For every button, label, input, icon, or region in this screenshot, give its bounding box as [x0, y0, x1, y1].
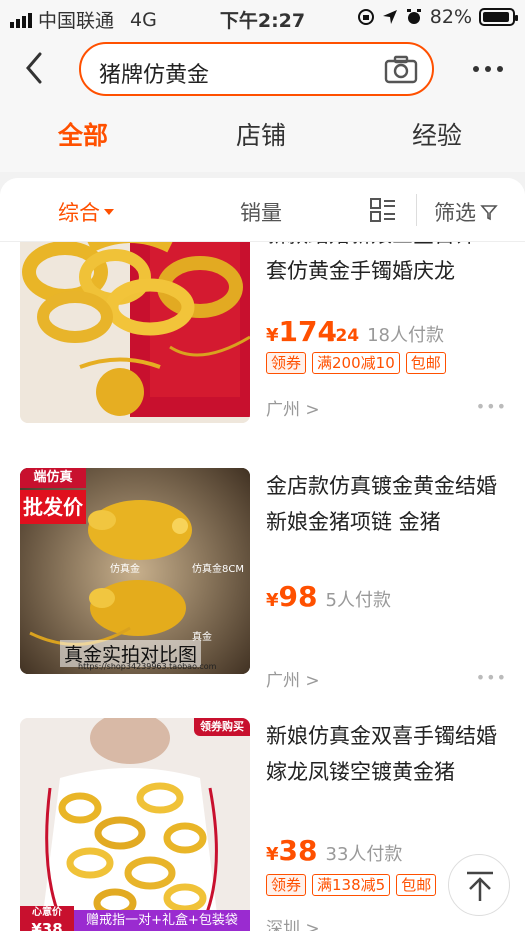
- more-icon[interactable]: [473, 66, 503, 72]
- battery-percent: 82%: [429, 6, 472, 28]
- tab-experience[interactable]: 经验: [412, 116, 462, 152]
- price-line: ¥98 5人付款: [266, 580, 391, 613]
- back-to-top-button[interactable]: [448, 854, 510, 916]
- sort-default-label: 综合: [58, 201, 100, 225]
- search-header: 猪牌仿黄金: [0, 36, 525, 102]
- back-icon[interactable]: [20, 48, 48, 88]
- battery-icon: [479, 8, 518, 26]
- corner-banner: 端仿真: [20, 468, 86, 488]
- funnel-icon: [480, 205, 498, 221]
- discount-tag: 满200减10: [312, 352, 400, 374]
- location[interactable]: 广州 >: [266, 395, 320, 420]
- product-list: 新款结婚新娘三金首饰一套仿黄金手镯婚庆龙 ¥174.24 18人付款 领券 满2…: [0, 242, 525, 931]
- shop-url: https://shop34239963.taobao.com: [78, 662, 217, 671]
- arrow-up-icon: [467, 871, 493, 901]
- promo-strip: 赠戒指一对+礼盒+包装袋: [74, 910, 250, 931]
- rotation-lock-icon: [357, 9, 374, 25]
- currency-symbol: ¥: [266, 590, 279, 611]
- search-box[interactable]: 猪牌仿黄金: [79, 42, 434, 96]
- price-badge-label: 心意价: [20, 906, 74, 920]
- price-line: ¥174.24 18人付款: [266, 315, 444, 348]
- status-bar: 中国联通 4G 下午2:27 82%: [0, 0, 525, 36]
- discount-tag: 满138减5: [312, 874, 391, 896]
- product-image[interactable]: 领券购买 赠戒指一对+礼盒+包装袋 心意价 ¥38: [20, 718, 250, 931]
- sold-count: 18人付款: [367, 325, 445, 346]
- product-image[interactable]: 端仿真 批发价 仿真金 仿真金8CM 真金 真金实拍对比图 https://sh…: [20, 468, 250, 674]
- currency-symbol: ¥: [266, 844, 279, 865]
- product-title[interactable]: 新娘仿真金双喜手镯结婚嫁龙凤镂空镀黄金猪: [266, 718, 511, 790]
- search-query[interactable]: 猪牌仿黄金: [99, 57, 209, 89]
- coupon-tag[interactable]: 领券: [266, 874, 307, 896]
- camera-icon[interactable]: [384, 55, 418, 85]
- alarm-icon: [406, 9, 421, 24]
- result-tabs: 全部 店铺 经验: [0, 102, 525, 172]
- filter-label: 筛选: [434, 201, 476, 225]
- tab-all[interactable]: 全部: [58, 116, 108, 152]
- filter-bar: 综合 销量 筛选: [0, 178, 525, 242]
- free-shipping-tag: 包邮: [405, 352, 446, 374]
- product-image[interactable]: [20, 242, 250, 423]
- promo-tags: 领券 满138减5 包邮: [266, 874, 437, 896]
- location[interactable]: 广州 >: [266, 666, 320, 691]
- product-card[interactable]: 领券购买 赠戒指一对+礼盒+包装袋 心意价 ¥38 新娘仿真金双喜手镯结婚嫁龙凤…: [0, 718, 525, 931]
- product-title[interactable]: 新款结婚新娘三金首饰一套仿黄金手镯婚庆龙: [266, 242, 511, 289]
- image-label: 仿真金8CM: [192, 564, 244, 575]
- product-card[interactable]: 新款结婚新娘三金首饰一套仿黄金手镯婚庆龙 ¥174.24 18人付款 领券 满2…: [0, 242, 525, 443]
- image-label: 仿真金: [110, 564, 140, 575]
- results-panel: 综合 销量 筛选 套仿黄金手镯婚庆龙 ¥174.24 18人付款 领券 满200…: [0, 178, 525, 931]
- tab-shops[interactable]: 店铺: [236, 116, 286, 152]
- filter-button[interactable]: 筛选: [434, 197, 498, 227]
- corner-banner: 领券购买: [194, 718, 250, 736]
- sold-count: 5人付款: [325, 590, 391, 611]
- location-icon: [382, 10, 397, 24]
- promo-tags: 领券 满200减10 包邮: [266, 352, 446, 374]
- caret-down-icon: [104, 209, 114, 215]
- price: 98: [278, 580, 318, 613]
- product-title[interactable]: 金店款仿真镀金黄金结婚新娘金猪项链 金猪: [266, 468, 511, 540]
- price: 38: [278, 834, 318, 867]
- more-options-icon[interactable]: •••: [476, 397, 507, 416]
- free-shipping-tag: 包邮: [396, 874, 437, 896]
- location[interactable]: 深圳 >: [266, 914, 320, 931]
- sort-default[interactable]: 综合: [58, 197, 114, 227]
- price-line: ¥38 33人付款: [266, 834, 402, 867]
- price-decimal: .24: [328, 326, 360, 346]
- product-card[interactable]: 端仿真 批发价 仿真金 仿真金8CM 真金 真金实拍对比图 https://sh…: [0, 468, 525, 694]
- coupon-tag[interactable]: 领券: [266, 352, 307, 374]
- more-options-icon[interactable]: •••: [476, 668, 507, 687]
- layout-toggle-icon[interactable]: [370, 197, 396, 223]
- sold-count: 33人付款: [325, 844, 403, 865]
- divider: [416, 194, 417, 226]
- wholesale-badge: 批发价: [20, 490, 86, 524]
- price-badge: ¥38: [20, 920, 74, 931]
- currency-symbol: ¥: [266, 325, 279, 346]
- sort-sales[interactable]: 销量: [240, 197, 282, 227]
